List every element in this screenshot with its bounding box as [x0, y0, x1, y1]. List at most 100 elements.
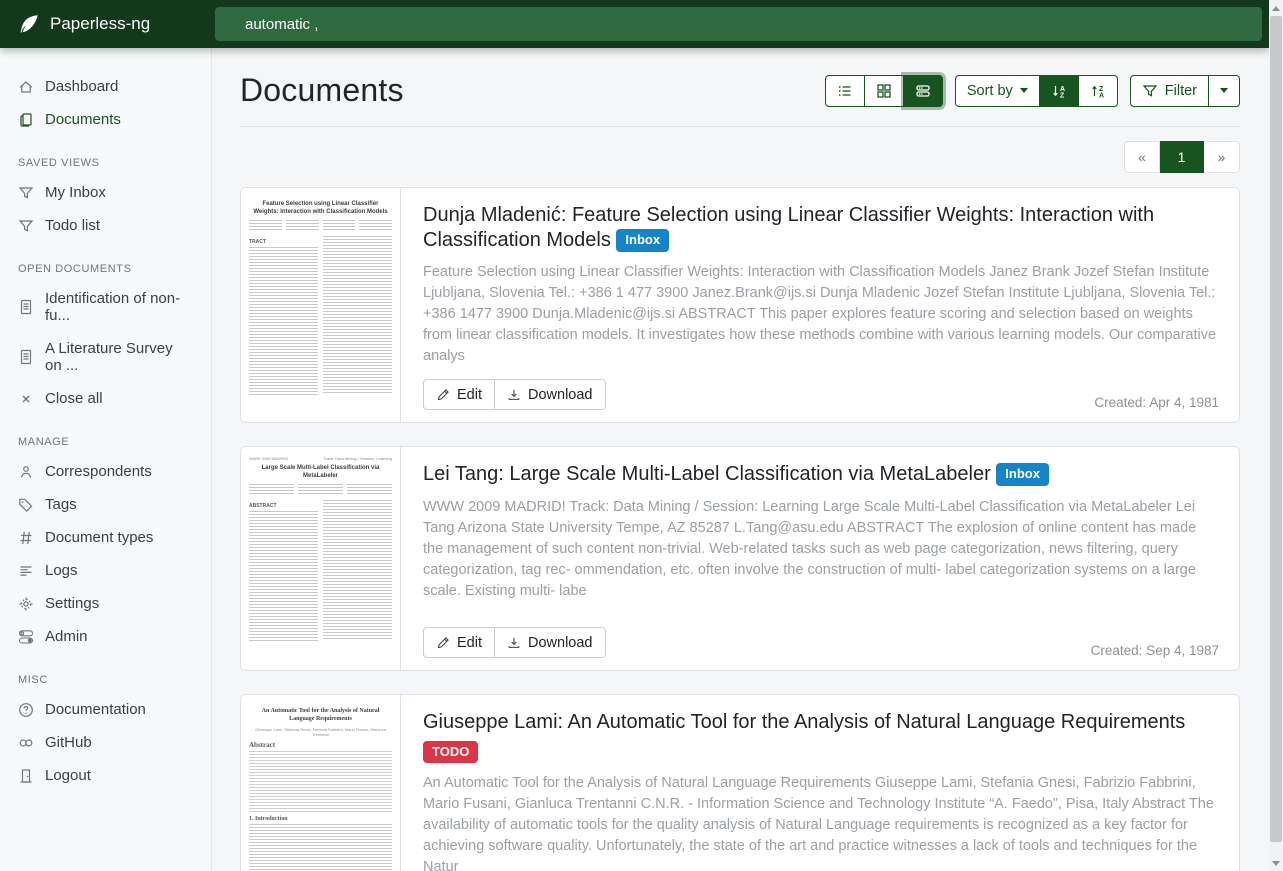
download-button[interactable]: Download — [495, 379, 606, 410]
edit-button[interactable]: Edit — [423, 379, 495, 410]
file-text-icon — [18, 299, 34, 315]
link-icon — [18, 735, 34, 751]
filter-button[interactable]: Filter — [1130, 75, 1209, 107]
sort-descending-button[interactable]: ZA — [1079, 75, 1118, 107]
thumbnail-authors: Giuseppe Lami, Stefania Gnesi, Fabrizio … — [249, 727, 392, 737]
sidebar-item-label: Dashboard — [45, 78, 118, 95]
question-circle-icon — [18, 702, 34, 718]
person-icon — [18, 464, 34, 480]
scrollbar-thumb[interactable] — [1270, 16, 1282, 842]
thumbnail-heading: ABSTRACT — [249, 503, 318, 509]
filter-label: Filter — [1165, 83, 1197, 99]
page-title: Documents — [240, 72, 404, 109]
document-title[interactable]: Dunja Mladenić: Feature Selection using … — [423, 203, 1219, 252]
pagination-next-button[interactable]: » — [1204, 141, 1240, 173]
sidebar-item-document-types[interactable]: Document types — [0, 521, 211, 554]
sort-by-label: Sort by — [967, 83, 1013, 99]
list-view-icon — [837, 83, 853, 99]
filter-dropdown-button[interactable] — [1209, 75, 1240, 107]
sort-alpha-down-icon: AZ — [1051, 83, 1067, 99]
brand-name: Paperless-ng — [50, 14, 150, 34]
sidebar-section-manage: MANAGE — [0, 415, 211, 455]
sidebar-item-logout[interactable]: Logout — [0, 759, 211, 792]
pencil-icon — [436, 636, 450, 650]
edit-label: Edit — [457, 635, 482, 651]
brand[interactable]: Paperless-ng — [0, 0, 212, 48]
sidebar-item-correspondents[interactable]: Correspondents — [0, 455, 211, 488]
sidebar-section-misc: MISC — [0, 653, 211, 693]
document-list: Feature Selection using Linear Classifie… — [240, 187, 1240, 871]
funnel-icon — [18, 218, 34, 234]
sidebar-item-label: Document types — [45, 529, 153, 546]
door-icon — [18, 768, 34, 784]
sidebar-item-settings[interactable]: Settings — [0, 587, 211, 620]
pagination-prev-button[interactable]: « — [1124, 141, 1160, 173]
view-detail-button[interactable] — [904, 75, 943, 107]
hash-icon — [18, 530, 34, 546]
documents-icon — [18, 112, 34, 128]
sidebar-item-label: Documents — [45, 111, 121, 128]
document-card: An Automatic Tool for the Analysis of Na… — [240, 694, 1240, 871]
sort-ascending-button[interactable]: AZ — [1040, 75, 1079, 107]
download-icon — [507, 388, 521, 402]
house-icon — [18, 79, 34, 95]
sidebar-item-dashboard[interactable]: Dashboard — [0, 70, 211, 103]
sidebar-item-todo-list[interactable]: Todo list — [0, 209, 211, 242]
search-input[interactable] — [215, 7, 1262, 41]
scrollbar-down-arrow[interactable] — [1269, 855, 1283, 871]
sidebar-item-open-doc-2[interactable]: A Literature Survey on ... — [0, 332, 211, 382]
tag-icon — [18, 497, 34, 513]
sort-group: Sort by AZ ZA — [955, 75, 1118, 107]
sidebar-item-label: Admin — [45, 628, 88, 645]
sidebar-item-label: Documentation — [45, 701, 146, 718]
document-title[interactable]: Lei Tang: Large Scale Multi-Label Classi… — [423, 462, 1219, 487]
sidebar-item-admin[interactable]: Admin — [0, 620, 211, 653]
grid-view-icon — [876, 83, 892, 99]
document-thumbnail[interactable]: Feature Selection using Linear Classifie… — [241, 188, 401, 422]
sidebar-item-label: Tags — [45, 496, 77, 513]
gear-icon — [18, 596, 34, 612]
toggles-icon — [18, 629, 34, 645]
sidebar-item-label: A Literature Survey on ... — [45, 340, 193, 374]
download-button[interactable]: Download — [495, 627, 606, 658]
toolbar-divider — [240, 126, 1240, 127]
view-list-button[interactable] — [825, 75, 865, 107]
sidebar-item-my-inbox[interactable]: My Inbox — [0, 176, 211, 209]
sidebar-item-open-doc-1[interactable]: Identification of non-fu... — [0, 282, 211, 332]
pagination-page-1-button[interactable]: 1 — [1160, 141, 1204, 173]
sort-alpha-up-icon: ZA — [1090, 83, 1106, 99]
text-lines-icon — [18, 563, 34, 579]
sidebar-item-label: Identification of non-fu... — [45, 290, 193, 324]
document-thumbnail[interactable]: WWW 2009 MADRID!Track: Data Mining / Ses… — [241, 447, 401, 670]
sidebar-item-documentation[interactable]: Documentation — [0, 693, 211, 726]
view-grid-button[interactable] — [865, 75, 904, 107]
download-label: Download — [528, 387, 593, 403]
funnel-icon — [18, 185, 34, 201]
sidebar-item-documents[interactable]: Documents — [0, 103, 211, 136]
sidebar: Dashboard Documents SAVED VIEWS My Inbox… — [0, 48, 212, 871]
sidebar-item-logs[interactable]: Logs — [0, 554, 211, 587]
sidebar-item-github[interactable]: GitHub — [0, 726, 211, 759]
document-title[interactable]: Giuseppe Lami: An Automatic Tool for the… — [423, 710, 1219, 735]
download-label: Download — [528, 635, 593, 651]
tag-badge[interactable]: Inbox — [996, 463, 1049, 486]
sidebar-item-close-all[interactable]: Close all — [0, 382, 211, 415]
thumbnail-header-left: WWW 2009 MADRID! — [249, 456, 288, 461]
leaf-logo-icon — [18, 13, 40, 35]
sidebar-section-open-documents: OPEN DOCUMENTS — [0, 242, 211, 282]
sidebar-item-tags[interactable]: Tags — [0, 488, 211, 521]
edit-button[interactable]: Edit — [423, 627, 495, 658]
edit-label: Edit — [457, 387, 482, 403]
sidebar-item-label: Correspondents — [45, 463, 152, 480]
document-thumbnail[interactable]: An Automatic Tool for the Analysis of Na… — [241, 695, 401, 871]
document-card: WWW 2009 MADRID!Track: Data Mining / Ses… — [240, 446, 1240, 671]
thumbnail-heading: Abstract — [249, 741, 392, 749]
scrollbar-up-arrow[interactable] — [1269, 0, 1283, 16]
sort-by-dropdown-button[interactable]: Sort by — [955, 75, 1040, 107]
document-card: Feature Selection using Linear Classifie… — [240, 187, 1240, 423]
document-description: WWW 2009 MADRID! Track: Data Mining / Se… — [423, 497, 1219, 602]
download-icon — [507, 636, 521, 650]
tag-badge[interactable]: Inbox — [616, 229, 669, 252]
tag-badge[interactable]: TODO — [423, 741, 478, 763]
caret-down-icon — [1220, 88, 1228, 93]
